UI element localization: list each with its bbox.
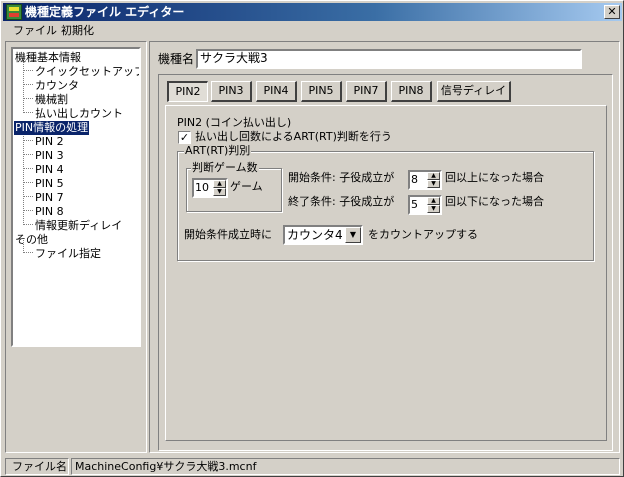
tree-item-update-delay[interactable]: 情報更新ディレイ (34, 219, 123, 233)
spin-down-icon[interactable]: ▼ (427, 180, 440, 188)
tree-item-pin-processing[interactable]: PIN情報の処理 (14, 121, 90, 135)
tree-item-other[interactable]: その他 (14, 233, 49, 247)
counter-prefix: 開始条件成立時に (184, 228, 272, 241)
tree-item-quick-setup[interactable]: クイックセットアップ (34, 65, 139, 79)
end-condition-label: 終了条件: 子役成立が (288, 195, 395, 208)
end-condition-spinner[interactable]: 5 ▲ ▼ (408, 195, 442, 215)
model-name-input[interactable]: サクラ大戦3 (196, 49, 582, 69)
tab-signal-delay[interactable]: 信号ディレイ (437, 81, 511, 102)
tab-pin4[interactable]: PIN4 (256, 81, 297, 102)
tab-pin8[interactable]: PIN8 (391, 81, 432, 102)
app-window: 機種定義ファイル エディター ✕ ファイル 初期化 機種基本情報 クイックセット… (0, 0, 624, 477)
start-condition-value[interactable]: 8 (411, 173, 418, 187)
tab-pin7[interactable]: PIN7 (346, 81, 387, 102)
spin-down-icon[interactable]: ▼ (213, 188, 226, 196)
spin-down-icon[interactable]: ▼ (427, 205, 440, 213)
counter-select[interactable]: カウンタ4 ▼ (283, 225, 363, 245)
judge-games-spinner[interactable]: 10 ▲ ▼ (192, 178, 228, 198)
spin-up-icon[interactable]: ▲ (427, 172, 440, 180)
settings-tree[interactable]: 機種基本情報 クイックセットアップ カウンタ 機械割 払い出しカウント PIN情… (11, 47, 141, 347)
model-name-label: 機種名 (158, 52, 195, 66)
tree-item-pin4[interactable]: PIN 4 (34, 163, 65, 177)
judge-games-unit: ゲーム (230, 180, 263, 193)
spin-up-icon[interactable]: ▲ (213, 180, 226, 188)
window-title: 機種定義ファイル エディター (25, 5, 185, 19)
tree-item-file-select[interactable]: ファイル指定 (34, 247, 102, 261)
start-condition-suffix: 回以上になった場合 (445, 171, 544, 184)
judge-games-value[interactable]: 10 (195, 181, 209, 195)
pin-heading: PIN2 (コイン払い出し) (177, 116, 292, 129)
tab-pin5[interactable]: PIN5 (301, 81, 342, 102)
tree-item-pin5[interactable]: PIN 5 (34, 177, 65, 191)
tab-pin2[interactable]: PIN2 (167, 81, 208, 102)
tree-item-counter[interactable]: カウンタ (34, 79, 80, 93)
art-judge-group-title: ART(RT)判別 (184, 144, 252, 157)
art-judge-checkbox-label[interactable]: 払い出し回数によるART(RT)判断を行う (195, 130, 392, 144)
title-bar[interactable]: 機種定義ファイル エディター ✕ (3, 3, 622, 21)
tree-item-payout-count[interactable]: 払い出しカウント (34, 107, 124, 121)
end-condition-suffix: 回以下になった場合 (445, 195, 544, 208)
counter-suffix: をカウントアップする (368, 228, 478, 241)
tree-item-pin7[interactable]: PIN 7 (34, 191, 65, 205)
tree-item-basic-info[interactable]: 機種基本情報 (14, 51, 82, 65)
spin-up-icon[interactable]: ▲ (427, 197, 440, 205)
app-icon (6, 4, 22, 20)
status-bar: ファイル名 MachineConfig¥サクラ大戦3.mcnf (3, 457, 622, 476)
menu-initialize[interactable]: 初期化 (55, 23, 100, 39)
menu-bar: ファイル 初期化 (3, 22, 622, 40)
check-icon: ✓ (179, 131, 190, 144)
tree-item-pin3[interactable]: PIN 3 (34, 149, 65, 163)
status-label: ファイル名 (12, 460, 67, 473)
close-icon: ✕ (607, 5, 617, 18)
close-button[interactable]: ✕ (604, 5, 620, 19)
tab-pin3[interactable]: PIN3 (211, 81, 252, 102)
judge-games-group-title: 判断ゲーム数 (191, 161, 259, 174)
status-path-panel: MachineConfig¥サクラ大戦3.mcnf (71, 458, 620, 475)
tree-item-pin8[interactable]: PIN 8 (34, 205, 65, 219)
tree-item-payout-rate[interactable]: 機械割 (34, 93, 69, 107)
counter-selected-value[interactable]: カウンタ4 (287, 228, 343, 242)
chevron-down-icon[interactable]: ▼ (345, 227, 361, 243)
end-condition-value[interactable]: 5 (411, 198, 418, 212)
start-condition-label: 開始条件: 子役成立が (288, 171, 395, 184)
status-label-panel: ファイル名 (5, 458, 69, 475)
status-file-path: MachineConfig¥サクラ大戦3.mcnf (75, 460, 257, 473)
start-condition-spinner[interactable]: 8 ▲ ▼ (408, 170, 442, 190)
art-judge-checkbox[interactable]: ✓ (178, 131, 191, 144)
tree-item-pin2[interactable]: PIN 2 (34, 135, 65, 149)
